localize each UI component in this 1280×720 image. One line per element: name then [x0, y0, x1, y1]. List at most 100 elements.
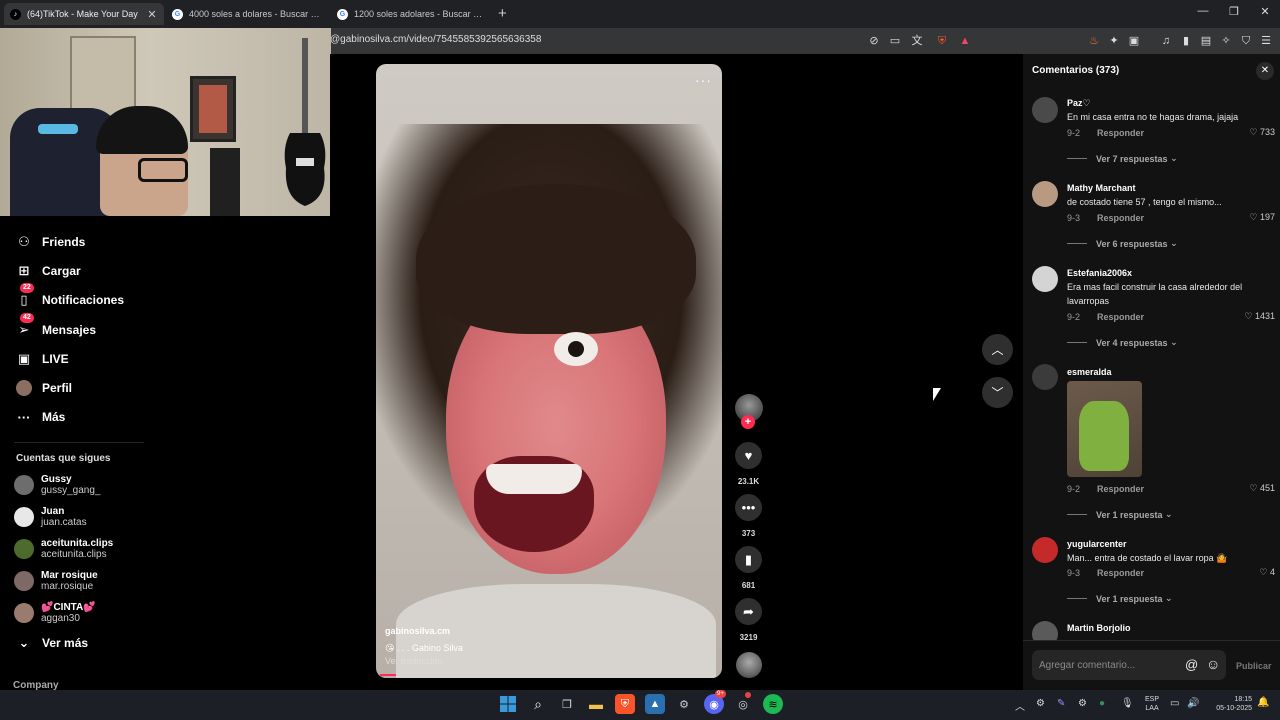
reply-button[interactable]: Responder	[1097, 568, 1144, 578]
sidebar-item-profile[interactable]: Perfil	[14, 379, 72, 397]
window-close-icon[interactable]: ✕	[1250, 5, 1280, 18]
mention-icon[interactable]: @	[1185, 657, 1198, 672]
brave-browser-icon[interactable]: ⛨	[615, 694, 635, 714]
comment-user[interactable]: Paz♡	[1067, 98, 1091, 109]
screenshot-icon[interactable]: ▣	[1126, 33, 1142, 49]
chevron-up-icon[interactable]: ︿	[1015, 698, 1025, 713]
save-button[interactable]: ▮	[735, 546, 762, 573]
comment-image[interactable]	[1067, 381, 1142, 477]
url-field[interactable]: @gabinosilva.cm/video/754558539256563635…	[330, 34, 541, 45]
minimize-icon[interactable]: —	[1188, 5, 1218, 17]
steam-tray-icon[interactable]: ⚙	[1078, 698, 1087, 709]
comment-user[interactable]: yugularcenter	[1067, 539, 1127, 549]
volume-icon[interactable]: 🔊	[1187, 698, 1199, 709]
network-icon[interactable]: ▭	[1170, 698, 1179, 709]
leo-icon[interactable]: ✧	[1218, 33, 1234, 49]
reply-button[interactable]: Responder	[1097, 128, 1144, 138]
video-player[interactable]	[376, 64, 722, 678]
sidebar-item-more[interactable]: ··· Más	[14, 408, 66, 426]
sidebar-item-messages[interactable]: ➢ 42 Mensajes	[14, 313, 96, 339]
sidebar-item-notifications[interactable]: ▯ 22 Notificaciones	[14, 283, 124, 309]
vpn-icon[interactable]: ⛉	[1238, 33, 1254, 49]
comment-avatar[interactable]	[1032, 97, 1058, 123]
comment-like[interactable]: ♡ 733	[1249, 127, 1275, 138]
language-indicator[interactable]: ESP LAA	[1145, 695, 1159, 713]
no-tracking-icon[interactable]: ⊘	[866, 33, 882, 49]
comment-avatar[interactable]	[1032, 364, 1058, 390]
comment-avatar[interactable]	[1032, 537, 1058, 563]
following-account[interactable]: 💕CINTA💕 aggan30	[14, 602, 96, 624]
reply-button[interactable]: Responder	[1097, 484, 1144, 494]
photos-icon[interactable]: ▲	[645, 694, 665, 714]
follow-plus-icon[interactable]: +	[741, 415, 755, 429]
share-button[interactable]: ➦	[735, 598, 762, 625]
close-comments-button[interactable]: ✕	[1256, 62, 1274, 80]
comment-like[interactable]: ♡ 1431	[1244, 311, 1275, 322]
following-account[interactable]: Gussy gussy_gang_	[14, 474, 101, 496]
cast-icon[interactable]: ▭	[887, 33, 903, 49]
comment-user[interactable]: esmeralda	[1067, 367, 1112, 377]
next-video-button[interactable]: ﹀	[982, 377, 1013, 408]
spotify-icon[interactable]: ≋	[763, 694, 783, 714]
brave-rewards-icon[interactable]: ▲	[957, 33, 973, 49]
obs-icon[interactable]: ◎	[733, 692, 753, 714]
restore-icon[interactable]: ❐	[1219, 5, 1249, 18]
comment-user[interactable]: Estefania2006x	[1067, 268, 1132, 278]
following-account[interactable]: Mar rosique mar.rosique	[14, 570, 98, 592]
music-icon[interactable]: ♫	[1158, 33, 1174, 49]
sidebar-icon[interactable]: ▮	[1178, 33, 1194, 49]
clock[interactable]: 18:15 05-10-2025	[1209, 695, 1252, 713]
tray-app-icon[interactable]: ⚙	[1036, 698, 1045, 709]
notifications-icon[interactable]: 🔔	[1257, 697, 1269, 708]
translate-link[interactable]: Ver traducción	[385, 656, 443, 666]
task-view-icon[interactable]: ❐	[557, 694, 577, 714]
following-account[interactable]: aceitunita.clips aceitunita.clips	[14, 538, 113, 560]
comment-user[interactable]: Mathy Marchant	[1067, 183, 1136, 193]
microphone-icon[interactable]: 🎙	[1121, 698, 1134, 709]
comment-avatar[interactable]	[1032, 266, 1058, 292]
see-more-button[interactable]: ⌄ Ver más	[14, 634, 89, 652]
flame-icon[interactable]: ♨	[1086, 33, 1102, 49]
sound-avatar[interactable]	[736, 652, 762, 678]
like-button[interactable]: ♥	[735, 442, 762, 469]
brave-shield-icon[interactable]: ⛨	[934, 33, 950, 49]
search-icon[interactable]: ⌕	[528, 694, 548, 714]
file-explorer-icon[interactable]: ▬	[586, 694, 606, 714]
more-options-icon[interactable]: ···	[695, 72, 712, 88]
sidebar-item-upload[interactable]: ⊞ Cargar	[14, 262, 81, 280]
previous-video-button[interactable]: ︿	[982, 334, 1013, 365]
view-replies-button[interactable]: Ver 7 respuestas ⌄	[1067, 153, 1178, 164]
following-account[interactable]: Juan juan.catas	[14, 506, 87, 528]
tab-search-1200[interactable]: G 1200 soles adolares - Buscar con Go	[331, 3, 491, 25]
tab-search-4000[interactable]: G 4000 soles a dolares - Buscar con Go	[166, 3, 326, 25]
new-tab-button[interactable]: +	[498, 5, 507, 22]
nvidia-icon[interactable]: ●	[1099, 698, 1105, 709]
reply-button[interactable]: Responder	[1097, 213, 1144, 223]
sidebar-item-live[interactable]: ▣ LIVE	[14, 350, 69, 368]
reply-button[interactable]: Responder	[1097, 312, 1144, 322]
menu-icon[interactable]: ☰	[1258, 33, 1274, 49]
comment-avatar[interactable]	[1032, 181, 1058, 207]
windows-start-icon[interactable]	[498, 694, 518, 714]
extensions-icon[interactable]: ✦	[1106, 33, 1122, 49]
view-replies-button[interactable]: Ver 4 respuestas ⌄	[1067, 337, 1178, 348]
tab-tiktok[interactable]: ♪ (64)TikTok - Make Your Day ✕	[4, 3, 164, 25]
view-replies-button[interactable]: Ver 6 respuestas ⌄	[1067, 238, 1178, 249]
feather-icon[interactable]: ✎	[1057, 698, 1065, 709]
view-replies-button[interactable]: Ver 1 respuesta ⌄	[1067, 509, 1173, 520]
publish-button[interactable]: Publicar	[1236, 661, 1272, 671]
video-author[interactable]: gabinosilva.cm	[385, 626, 450, 636]
video-progress-bar[interactable]	[380, 674, 396, 676]
comment-like[interactable]: ♡ 197	[1249, 212, 1275, 223]
view-replies-button[interactable]: Ver 1 respuesta ⌄	[1067, 593, 1173, 604]
wallet-icon[interactable]: ▤	[1198, 33, 1214, 49]
sidebar-item-friends[interactable]: ⚇ Friends	[14, 233, 85, 251]
translate-icon[interactable]: 文	[909, 33, 925, 49]
emoji-icon[interactable]: ☺	[1206, 656, 1220, 672]
steam-icon[interactable]: ⚙	[674, 694, 694, 714]
comment-like[interactable]: ♡ 4	[1259, 567, 1275, 578]
discord-icon[interactable]: ◉ 9+	[704, 690, 726, 714]
comment-button[interactable]: •••	[735, 494, 762, 521]
comment-like[interactable]: ♡ 451	[1249, 483, 1275, 494]
close-tab-icon[interactable]: ✕	[146, 8, 158, 21]
